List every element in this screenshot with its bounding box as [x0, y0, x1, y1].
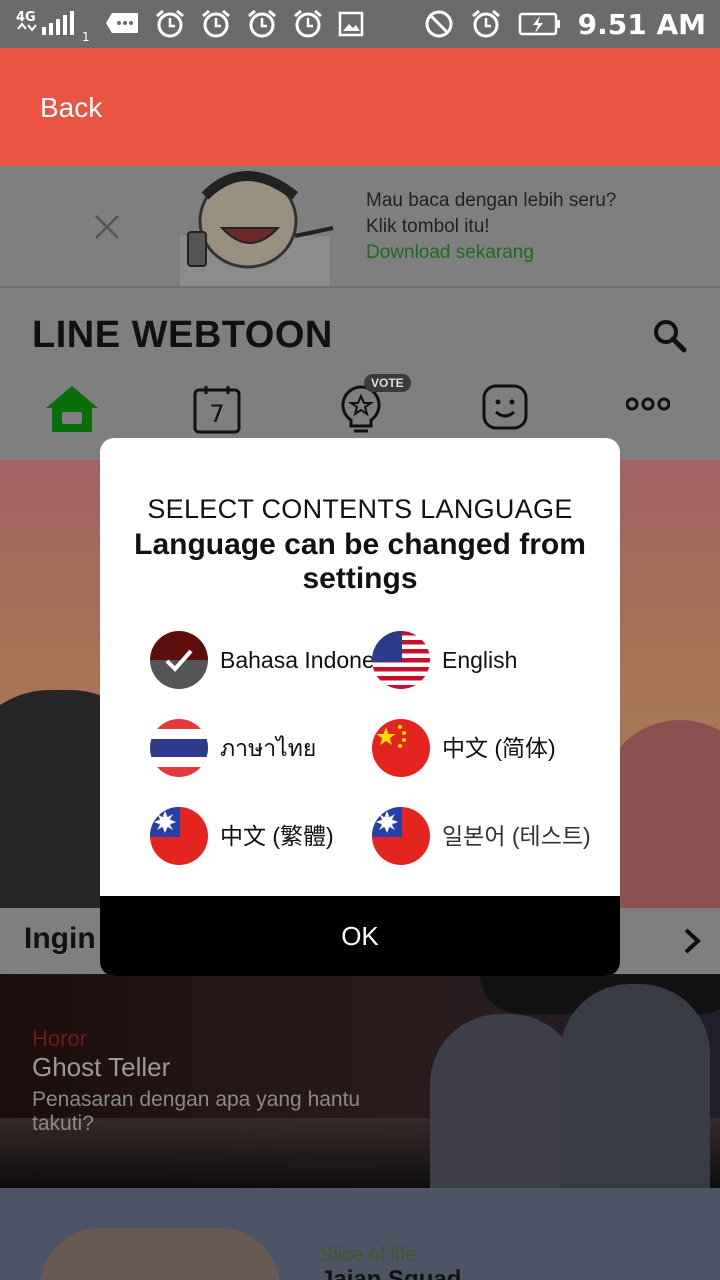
app-bar: LINE WEBTOON 7 VOTE [0, 288, 720, 458]
clock: 9.51 AM [577, 7, 706, 41]
status-bar: 4G 1 9.51 AM [0, 0, 720, 48]
section-title: Ingin [24, 922, 96, 955]
card-art-girl [430, 1014, 580, 1188]
chevron-right-icon[interactable] [682, 928, 702, 959]
alarm-icon [200, 8, 232, 40]
language-label: 中文 (繁體) [220, 823, 334, 849]
calendar-icon[interactable]: 7 [192, 384, 242, 439]
promo-line-1: Mau baca dengan lebih seru? [366, 190, 617, 211]
back-bar: Back [0, 48, 720, 166]
card-title: Jaian Squad [320, 1266, 462, 1280]
alarm-icon [154, 8, 186, 40]
taiwan-flag-icon [150, 807, 208, 865]
thailand-flag-icon [150, 719, 208, 777]
dialog-title: SELECT CONTENTS LANGUAGE [147, 494, 573, 524]
network-type: 4G [16, 10, 36, 25]
promo-line-2: Klik tombol itu! [366, 216, 490, 237]
language-label: English [442, 647, 518, 673]
more-icon[interactable] [625, 396, 671, 417]
close-icon[interactable] [94, 214, 120, 245]
sim-number: 1 [82, 30, 90, 41]
featured-card[interactable]: Slice of life Jaian Squad [0, 1188, 720, 1280]
us-flag-icon [372, 631, 430, 689]
card-genre: Horor [32, 1026, 88, 1051]
featured-card[interactable]: Horor Ghost Teller Penasaran dengan apa … [0, 974, 720, 1188]
promo-illustration [180, 171, 334, 286]
language-option-chinese-simplified[interactable]: 中文 (简体) [372, 718, 556, 778]
card-art [40, 1228, 280, 1280]
back-button[interactable]: Back [40, 92, 102, 124]
tab-bar: 7 VOTE [0, 374, 720, 444]
battery-charging-icon [518, 11, 562, 37]
language-option-thai[interactable]: ภาษาไทย [150, 718, 316, 778]
language-dialog: SELECT CONTENTS LANGUAGE Language can be… [100, 438, 620, 976]
promo-banner[interactable]: Mau baca dengan lebih seru? Klik tombol … [0, 166, 720, 288]
language-label: 中文 (简体) [442, 735, 556, 761]
alarm-icon [292, 8, 324, 40]
language-option-chinese-traditional[interactable]: 中文 (繁體) [150, 806, 334, 866]
card-genre: Slice of life [320, 1244, 417, 1266]
taiwan-flag-icon [372, 807, 430, 865]
do-not-disturb-icon [424, 9, 454, 39]
signal-icon: 4G 1 [16, 7, 90, 41]
alarm-icon [246, 8, 278, 40]
app-logo: LINE WEBTOON [32, 314, 333, 356]
message-icon [104, 11, 140, 37]
image-icon [338, 11, 364, 37]
language-option-english[interactable]: English [372, 630, 517, 690]
search-icon[interactable] [652, 318, 688, 359]
calendar-day: 7 [209, 400, 224, 428]
smiley-icon[interactable] [482, 384, 528, 435]
dialog-subtitle: Language can be changed from settings [134, 528, 586, 595]
china-flag-icon [372, 719, 430, 777]
alarm-icon [470, 8, 502, 40]
promo-text: Mau baca dengan lebih seru? Klik tombol … [366, 188, 616, 266]
indonesia-flag-icon [150, 631, 208, 689]
download-link[interactable]: Download sekarang [366, 240, 616, 266]
home-icon[interactable] [44, 384, 100, 439]
language-label: 일본어 (테스트) [442, 823, 591, 849]
vote-badge: VOTE [364, 374, 411, 392]
card-title: Ghost Teller [32, 1052, 171, 1082]
language-option-japanese-test[interactable]: 일본어 (테스트) [372, 806, 591, 866]
card-description: Penasaran dengan apa yang hantu takuti? [32, 1088, 361, 1135]
language-label: ภาษาไทย [220, 735, 317, 761]
bulb-icon[interactable] [338, 384, 384, 439]
card-art-boy [560, 984, 710, 1188]
ok-button[interactable]: OK [100, 896, 620, 976]
language-option-indonesia[interactable]: Bahasa Indonesia [150, 630, 404, 690]
